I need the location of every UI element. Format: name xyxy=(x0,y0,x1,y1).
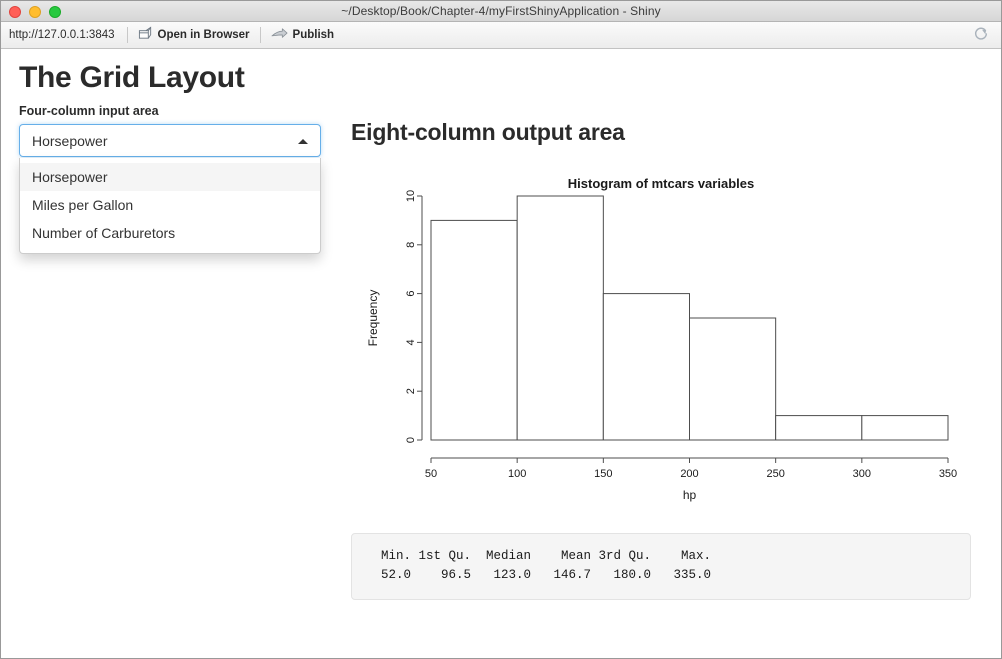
output-column: Eight-column output area Histogram of mt… xyxy=(351,104,971,600)
variable-select-value: Horsepower xyxy=(32,132,108,149)
input-column: Four-column input area Horsepower Horsep… xyxy=(19,104,321,254)
app-url-label: http://127.0.0.1:3843 xyxy=(9,29,115,41)
svg-text:hp: hp xyxy=(683,488,697,502)
minimize-window-button[interactable] xyxy=(29,5,41,18)
variable-select-wrapper: Horsepower Horsepower Miles per Gallon N… xyxy=(19,124,321,254)
rstudio-shiny-window: ~/Desktop/Book/Chapter-4/myFirstShinyApp… xyxy=(0,0,1002,659)
histogram-plot: Histogram of mtcars variables 0 2 4 6 8 10 Fre… xyxy=(351,168,971,523)
summary-header-row: Min. 1st Qu. Median Mean 3rd Qu. Max. xyxy=(366,549,719,563)
dropdown-option-horsepower[interactable]: Horsepower xyxy=(20,163,320,191)
dropdown-option-miles-per-gallon[interactable]: Miles per Gallon xyxy=(20,191,320,219)
summary-value-row: 52.0 96.5 123.0 146.7 180.0 335.0 xyxy=(366,568,719,583)
svg-text:8: 8 xyxy=(405,242,417,248)
dropdown-option-label: Horsepower xyxy=(32,169,108,185)
svg-text:10: 10 xyxy=(405,190,417,202)
variable-select-dropdown: Horsepower Miles per Gallon Number of Ca… xyxy=(19,158,321,254)
open-in-browser-button[interactable]: Open in Browser xyxy=(130,24,258,46)
toolbar-divider xyxy=(126,27,128,43)
dropdown-option-label: Number of Carburetors xyxy=(32,225,176,241)
input-area-label: Four-column input area xyxy=(19,104,159,118)
output-area-heading: Eight-column output area xyxy=(351,119,625,145)
svg-text:250: 250 xyxy=(766,468,784,480)
window-title-bar: ~/Desktop/Book/Chapter-4/myFirstShinyApp… xyxy=(1,1,1001,22)
svg-text:0: 0 xyxy=(405,437,417,443)
plot-canvas: 0 2 4 6 8 10 Frequency 50 100 150 200 250 300 350 hp xyxy=(366,190,957,502)
refresh-button[interactable] xyxy=(973,26,993,45)
window-title: ~/Desktop/Book/Chapter-4/myFirstShinyApp… xyxy=(341,4,661,18)
open-in-browser-label: Open in Browser xyxy=(157,29,250,41)
svg-text:50: 50 xyxy=(425,468,437,480)
maximize-window-button[interactable] xyxy=(49,5,61,18)
publish-label: Publish xyxy=(292,29,335,41)
svg-text:350: 350 xyxy=(939,468,957,480)
chevron-up-icon xyxy=(298,138,308,144)
browser-window-icon xyxy=(138,26,153,44)
svg-text:150: 150 xyxy=(594,468,612,480)
close-window-button[interactable] xyxy=(9,5,21,18)
svg-text:300: 300 xyxy=(853,468,871,480)
publish-arrow-icon xyxy=(271,27,288,44)
summary-output-box: Min. 1st Qu. Median Mean 3rd Qu. Max. 52… xyxy=(351,533,971,600)
dropdown-option-number-of-carburetors[interactable]: Number of Carburetors xyxy=(20,219,320,247)
svg-text:6: 6 xyxy=(405,291,417,297)
svg-text:Frequency: Frequency xyxy=(366,290,380,347)
page-title: The Grid Layout xyxy=(19,61,245,94)
svg-text:200: 200 xyxy=(680,468,698,480)
svg-text:2: 2 xyxy=(405,388,417,394)
shiny-app-body: The Grid Layout Four-column input area H… xyxy=(1,49,1001,658)
window-controls xyxy=(9,1,61,22)
refresh-icon xyxy=(973,26,989,45)
toolbar-divider-2 xyxy=(259,27,261,43)
variable-select[interactable]: Horsepower xyxy=(19,124,321,157)
shiny-toolbar: http://127.0.0.1:3843 Open in Browser Pu… xyxy=(1,22,1001,49)
svg-text:100: 100 xyxy=(508,468,526,480)
publish-button[interactable]: Publish xyxy=(263,25,343,46)
dropdown-option-label: Miles per Gallon xyxy=(32,197,134,213)
svg-text:4: 4 xyxy=(405,339,417,345)
